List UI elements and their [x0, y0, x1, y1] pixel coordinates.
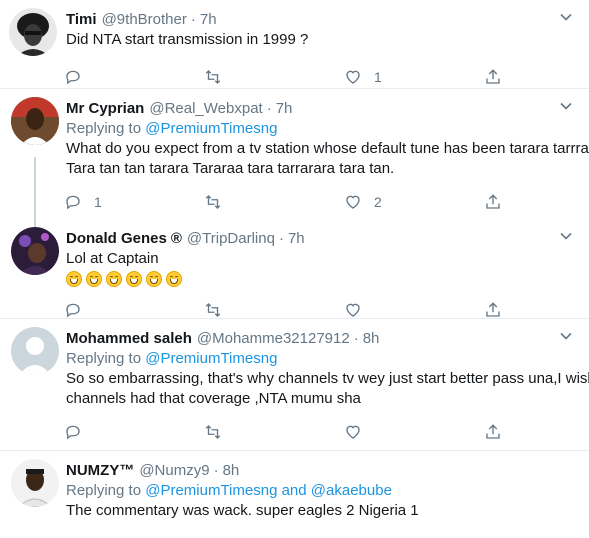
display-name[interactable]: Donald Genes: [66, 230, 167, 247]
reply-button[interactable]: [64, 68, 204, 86]
tweet-text: So so embarrassing, that's why channels …: [66, 370, 589, 407]
retweet-button[interactable]: [204, 68, 344, 86]
avatar[interactable]: [11, 327, 59, 375]
share-button[interactable]: [484, 423, 589, 441]
avatar[interactable]: [11, 97, 59, 145]
reply-button[interactable]: [64, 423, 204, 441]
timestamp[interactable]: 7h: [276, 100, 293, 117]
like-button[interactable]: [344, 423, 484, 441]
tweet[interactable]: Donald Genes ® @TripDarlinq · 7h Lol at …: [0, 219, 589, 319]
mention-link[interactable]: @PremiumTimesng: [145, 120, 277, 137]
share-button[interactable]: [484, 301, 589, 319]
grinning-face-icon: [86, 271, 102, 288]
heart-icon: [346, 195, 360, 209]
reply-icon: [66, 70, 80, 85]
retweet-button[interactable]: [204, 193, 344, 211]
user-handle[interactable]: @Real_Webxpat: [149, 100, 262, 117]
separator-dot: ·: [353, 329, 359, 347]
mention-link[interactable]: @akaebube: [311, 482, 392, 499]
emoji-row: [66, 269, 589, 289]
retweet-icon: [205, 425, 221, 439]
grinning-face-icon: [126, 271, 142, 288]
retweet-icon: [205, 195, 221, 209]
grinning-face-icon: [146, 271, 162, 288]
heart-icon: [346, 303, 360, 317]
name-badge: ®: [170, 229, 182, 247]
chevron-down-icon[interactable]: [559, 10, 573, 24]
chevron-down-icon[interactable]: [559, 229, 573, 243]
timestamp[interactable]: 8h: [363, 330, 380, 347]
reply-feed: Timi @9thBrother · 7h Did NTA start tran…: [0, 0, 589, 538]
like-button[interactable]: 1: [344, 68, 484, 86]
share-button[interactable]: [484, 193, 589, 211]
reply-button[interactable]: 1: [64, 193, 204, 211]
replying-to: Replying to @PremiumTimesng: [66, 350, 278, 367]
like-count: 2: [374, 194, 382, 210]
share-icon: [486, 424, 500, 439]
tweet[interactable]: Timi @9thBrother · 7h Did NTA start tran…: [0, 0, 589, 89]
like-button[interactable]: 2: [344, 193, 484, 211]
share-icon: [486, 69, 500, 84]
like-button[interactable]: [344, 301, 484, 319]
tweet-actions: 1 2: [64, 181, 589, 223]
heart-icon: [346, 425, 360, 439]
tweet-text: Did NTA start transmission in 1999 ?: [66, 31, 309, 48]
retweet-icon: [205, 70, 221, 84]
grinning-face-icon: [66, 271, 82, 288]
display-name[interactable]: Timi: [66, 11, 97, 28]
tweet[interactable]: Mohammed saleh @Mohamme32127912 · 8h Rep…: [0, 319, 589, 451]
timestamp[interactable]: 8h: [223, 462, 240, 479]
reply-icon: [66, 195, 80, 210]
separator-dot: ·: [266, 99, 272, 117]
share-icon: [486, 194, 500, 209]
tweet-actions: [64, 411, 589, 453]
user-handle[interactable]: @TripDarlinq: [187, 230, 275, 247]
display-name[interactable]: NUMZY™: [66, 462, 134, 479]
user-handle[interactable]: @9thBrother: [102, 11, 187, 28]
retweet-button[interactable]: [204, 301, 344, 319]
user-handle[interactable]: @Mohamme32127912: [197, 330, 350, 347]
grinning-face-icon: [166, 271, 182, 288]
tweet[interactable]: NUMZY™ @Numzy9 · 8h Replying to @Premium…: [0, 451, 589, 538]
default-avatar-icon: [11, 327, 59, 375]
reply-button[interactable]: [64, 301, 204, 319]
separator-dot: ·: [190, 10, 196, 28]
display-name[interactable]: Mr Cyprian: [66, 100, 144, 117]
avatar[interactable]: [9, 8, 57, 56]
reply-icon: [66, 303, 80, 318]
tweet-text: The commentary was wack. super eagles 2 …: [66, 502, 419, 519]
heart-icon: [346, 70, 360, 84]
replying-to: Replying to @PremiumTimesng: [66, 120, 278, 137]
user-handle[interactable]: @Numzy9: [139, 462, 209, 479]
tweet-text: What do you expect from a tv station who…: [66, 140, 589, 177]
tweet-text: Lol at Captain: [66, 250, 159, 267]
tweet[interactable]: Mr Cyprian @Real_Webxpat · 7h Replying t…: [0, 89, 589, 231]
share-button[interactable]: [484, 68, 589, 86]
reply-count: 1: [94, 194, 102, 210]
mention-link[interactable]: @PremiumTimesng: [145, 350, 277, 367]
retweet-icon: [205, 303, 221, 317]
separator-dot: ·: [213, 461, 219, 479]
separator-dot: ·: [278, 229, 284, 247]
like-count: 1: [374, 69, 382, 85]
avatar[interactable]: [11, 459, 59, 507]
reply-icon: [66, 425, 80, 440]
chevron-down-icon[interactable]: [559, 329, 573, 343]
avatar[interactable]: [11, 227, 59, 275]
retweet-button[interactable]: [204, 423, 344, 441]
display-name[interactable]: Mohammed saleh: [66, 330, 192, 347]
mention-link[interactable]: @PremiumTimesng: [145, 482, 277, 499]
timestamp[interactable]: 7h: [200, 11, 217, 28]
grinning-face-icon: [106, 271, 122, 288]
chevron-down-icon[interactable]: [559, 99, 573, 113]
replying-to: Replying to @PremiumTimesng and @akaebub…: [66, 482, 392, 499]
share-icon: [486, 302, 500, 317]
timestamp[interactable]: 7h: [288, 230, 305, 247]
